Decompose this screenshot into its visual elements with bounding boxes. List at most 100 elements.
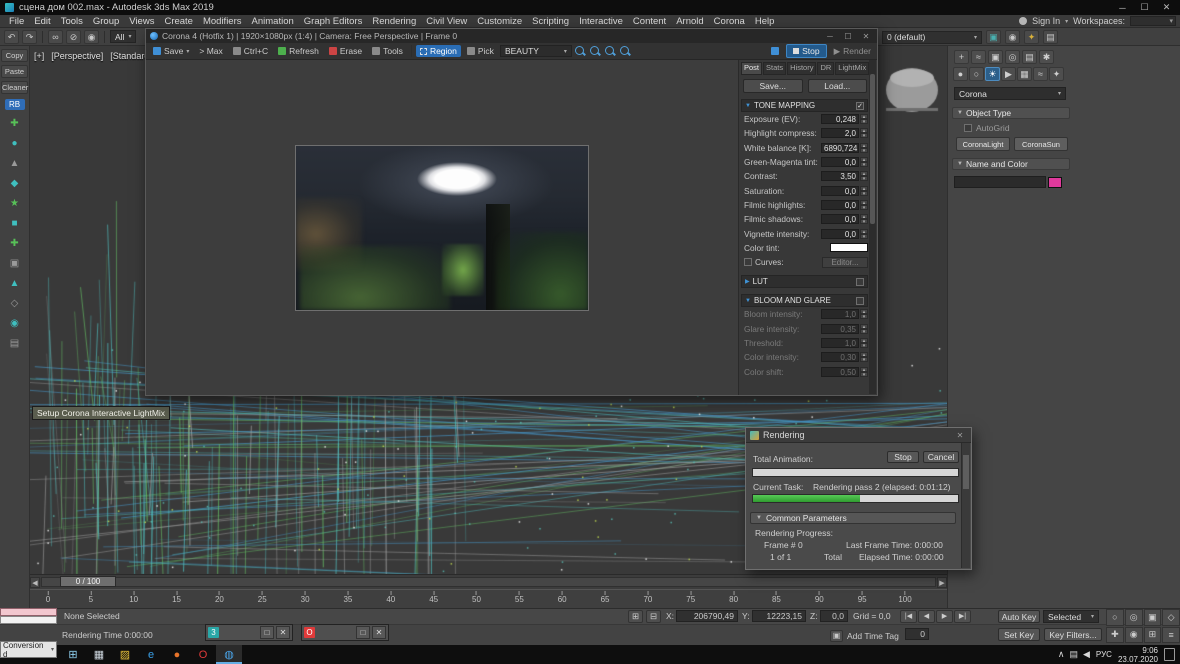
previous-frame-icon[interactable]: ◀ <box>918 610 935 623</box>
maxscript-mini-listener[interactable]: Conversion d▾ <box>0 641 57 658</box>
light-icon[interactable]: ★ <box>6 195 24 212</box>
timeline-tick-60[interactable]: 60 <box>558 591 567 604</box>
create-tab-icon[interactable]: + <box>954 50 969 64</box>
eye-icon[interactable]: ◉ <box>6 315 24 332</box>
minimize-icon[interactable]: ─ <box>1114 3 1131 13</box>
modify-tab-icon[interactable]: ≈ <box>971 50 986 64</box>
vfb-copy-button[interactable]: Ctrl+C <box>229 45 272 57</box>
menu-rendering[interactable]: Rendering <box>367 16 421 27</box>
field-spinner[interactable]: ▴▾ <box>860 157 868 167</box>
close-icon[interactable]: ✕ <box>372 626 386 639</box>
close-icon[interactable]: ✕ <box>1158 2 1175 13</box>
set-key-button[interactable]: Set Key <box>998 628 1040 641</box>
timeline-tick-35[interactable]: 35 <box>343 591 352 604</box>
vfb-load-settings-button[interactable]: Load... <box>808 79 868 93</box>
field-spinner[interactable]: ▴▾ <box>860 367 868 377</box>
previous-key-icon[interactable]: ◀ <box>30 577 40 588</box>
field-spinner[interactable]: ▴▾ <box>860 171 868 181</box>
menu-edit[interactable]: Edit <box>29 16 55 27</box>
timeline-tick-55[interactable]: 55 <box>515 591 524 604</box>
spinner-down-icon[interactable]: ▾ <box>860 205 868 210</box>
vfb-scrollbar[interactable] <box>869 60 876 394</box>
interactive-render-icon[interactable] <box>771 47 779 55</box>
vfb-save-settings-button[interactable]: Save... <box>743 79 803 93</box>
timeline-tick-40[interactable]: 40 <box>386 591 395 604</box>
maximize-viewport-icon[interactable]: ⊞ <box>1144 627 1162 644</box>
helpers-category-icon[interactable]: ▦ <box>1017 67 1032 81</box>
spinner-down-icon[interactable]: ▾ <box>860 148 868 153</box>
zoom-1to1-icon[interactable] <box>605 46 614 55</box>
zoom-out-icon[interactable] <box>590 46 599 55</box>
spinner-down-icon[interactable]: ▾ <box>860 329 868 334</box>
track-bar[interactable]: 0510152025303540455055606570758085909510… <box>30 589 947 608</box>
timeline-tick-65[interactable]: 65 <box>601 591 610 604</box>
workspaces-dropdown[interactable]: ▾ <box>1130 16 1176 26</box>
y-coordinate-field[interactable]: 12223,15 <box>752 610 806 622</box>
dialog-stop-button[interactable]: Stop <box>887 451 919 463</box>
hierarchy-tab-icon[interactable]: ▣ <box>988 50 1003 64</box>
shapes-category-icon[interactable]: ○ <box>969 67 984 81</box>
field-value-input[interactable]: 1,0 <box>821 338 859 348</box>
spacewarps-category-icon[interactable]: ≈ <box>1033 67 1048 81</box>
timeline-tick-95[interactable]: 95 <box>858 591 867 604</box>
utilities-tab-icon[interactable]: ✱ <box>1039 50 1054 64</box>
vfb-save-button[interactable]: Save▾ <box>149 45 193 57</box>
mini-window-3dsmax[interactable]: 3□✕ <box>205 624 293 641</box>
timeline-tick-80[interactable]: 80 <box>729 591 738 604</box>
vfb-close-icon[interactable]: ✕ <box>859 32 873 41</box>
selection-filter-dropdown[interactable]: All▾ <box>110 30 136 43</box>
vfb-channel-dropdown[interactable]: BEAUTY▾ <box>500 45 572 57</box>
create-coronasun-button[interactable]: CoronaSun <box>1014 137 1068 151</box>
walkthrough-icon[interactable]: ≡ <box>1162 627 1180 644</box>
flower-icon[interactable]: ✚ <box>6 235 24 252</box>
timeline-tick-30[interactable]: 30 <box>301 591 310 604</box>
chair-icon[interactable]: ■ <box>6 215 24 232</box>
field-spinner[interactable]: ▴▾ <box>860 214 868 224</box>
zoom-fit-icon[interactable] <box>620 46 629 55</box>
timeline-tick-70[interactable]: 70 <box>643 591 652 604</box>
tray-chevron-icon[interactable]: ∧ <box>1058 649 1065 660</box>
volume-icon[interactable]: ◀ <box>1083 649 1090 660</box>
vfb-image-area[interactable] <box>146 60 738 395</box>
edge-icon[interactable]: e <box>138 645 164 664</box>
vfb-pick-button[interactable]: Pick <box>463 45 498 57</box>
timeline-tick-75[interactable]: 75 <box>686 591 695 604</box>
timeline-tick-15[interactable]: 15 <box>172 591 181 604</box>
go-to-end-icon[interactable]: ▶| <box>954 610 971 623</box>
spinner-down-icon[interactable]: ▾ <box>860 357 868 362</box>
vfb-render-button[interactable]: ▶Render <box>834 46 871 57</box>
vfb-tab-stats[interactable]: Stats <box>763 62 786 75</box>
plugin-icon[interactable]: ✚ <box>6 115 24 132</box>
field-value-input[interactable]: 0,0 <box>821 200 859 210</box>
menu-corona[interactable]: Corona <box>709 16 750 27</box>
bloom-glare-section-header[interactable]: ▼BLOOM AND GLARE <box>741 294 868 307</box>
close-icon[interactable]: ✕ <box>276 626 290 639</box>
spinner-down-icon[interactable]: ▾ <box>860 314 868 319</box>
firefox-icon[interactable]: ● <box>164 645 190 664</box>
person-icon[interactable]: ◆ <box>6 175 24 192</box>
vfb-region-button[interactable]: Region <box>416 45 461 57</box>
bind-to-spacewarp-icon[interactable]: ◉ <box>84 30 99 44</box>
network-icon[interactable]: ▤ <box>1069 649 1078 660</box>
menu-modifiers[interactable]: Modifiers <box>198 16 247 27</box>
z-coordinate-field[interactable]: 0,0 <box>820 610 848 622</box>
play-icon[interactable]: ▶ <box>936 610 953 623</box>
key-mode-dropdown[interactable]: Selected▾ <box>1043 610 1099 623</box>
menu-interactive[interactable]: Interactive <box>574 16 628 27</box>
vfb-to-max-button[interactable]: > Max <box>195 45 226 57</box>
zoom-icon[interactable]: ○ <box>1106 609 1124 626</box>
menu-arnold[interactable]: Arnold <box>671 16 708 27</box>
notification-center-icon[interactable] <box>1164 648 1175 661</box>
add-time-tag[interactable]: ▣ Add Time Tag <box>830 630 899 642</box>
field-value-input[interactable]: 1,0 <box>821 309 859 319</box>
menu-customize[interactable]: Customize <box>472 16 527 27</box>
field-value-input[interactable]: 0,0 <box>821 186 859 196</box>
explorer-icon[interactable]: ▨ <box>112 645 138 664</box>
vfb-stop-button[interactable]: Stop <box>786 44 827 58</box>
restore-icon[interactable]: □ <box>260 626 274 639</box>
vfb-tools-button[interactable]: Tools <box>368 45 407 57</box>
field-spinner[interactable]: ▴▾ <box>860 114 868 124</box>
select-and-link-icon[interactable]: ∞ <box>48 30 63 44</box>
current-frame-field[interactable]: 0 <box>905 628 929 640</box>
start-button[interactable]: ⊞ <box>60 645 86 664</box>
